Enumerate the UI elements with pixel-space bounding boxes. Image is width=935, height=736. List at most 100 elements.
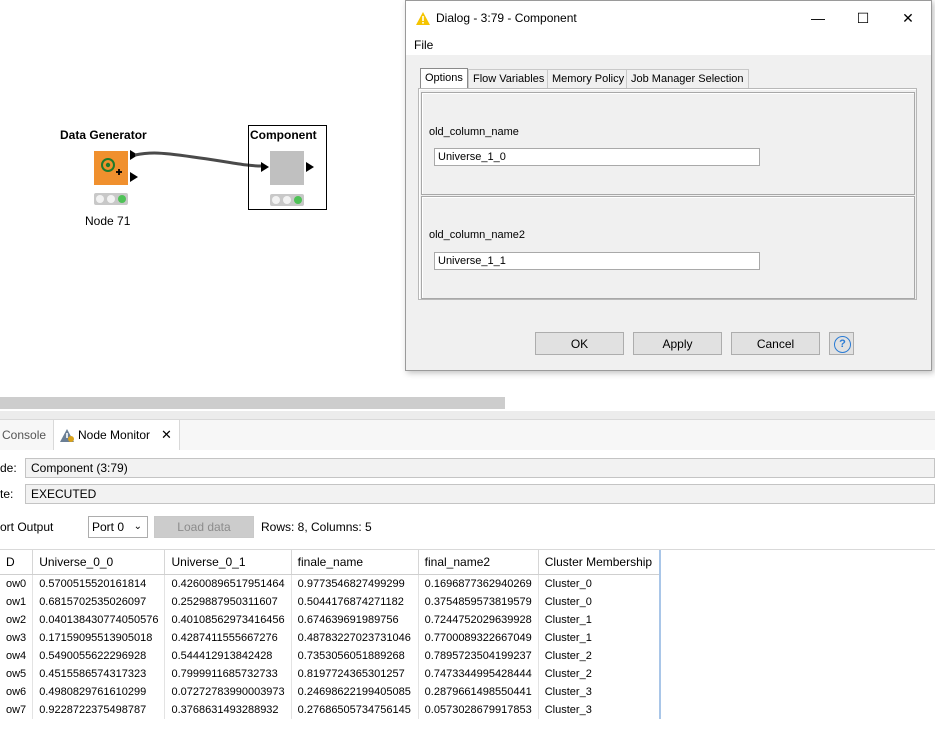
port-select-value: Port 0 [92, 520, 125, 534]
row-id-cell: ow0 [0, 574, 34, 593]
table-cell: 0.40108562973416456 [164, 611, 292, 629]
field-group-2: old_column_name2 [421, 196, 915, 299]
canvas-horizontal-scrollbar[interactable] [0, 397, 505, 409]
component-icon [270, 151, 304, 185]
maximize-icon[interactable]: ☐ [841, 6, 885, 30]
minimize-icon[interactable]: — [796, 6, 840, 30]
table-row[interactable]: ow7 0.9228722375498787 0.3768631493288932 0… [0, 701, 661, 719]
field-group-1: old_column_name [421, 92, 915, 195]
table-cell: 0.8197724365301257 [291, 665, 419, 683]
column-header[interactable]: Universe_0_0 [32, 550, 166, 575]
bottom-tabstrip: Console Node Monitor ✕ [0, 419, 935, 450]
table-cell: Cluster_0 [538, 574, 661, 593]
table-cell: 0.07272783990003973 [164, 683, 292, 701]
state-field: EXECUTED [25, 484, 935, 504]
column-header[interactable]: D [0, 550, 34, 575]
table-cell: 0.24698622199405085 [291, 683, 419, 701]
field-label: old_column_name2 [429, 229, 526, 241]
table-cell: 0.42600896517951464 [164, 574, 292, 593]
apply-button[interactable]: Apply [633, 332, 722, 355]
port-output-label: ort Output [0, 520, 54, 534]
old-column-name2-input[interactable] [434, 252, 760, 270]
table-cell: 0.7895723504199237 [418, 647, 539, 665]
row-id-cell: ow5 [0, 665, 34, 683]
table-row[interactable]: ow3 0.17159095513905018 0.4287411555667276… [0, 629, 661, 647]
table-row[interactable]: ow2 0.040138430774050576 0.401085629734164… [0, 611, 661, 629]
table-cell: 0.674639691989756 [291, 611, 419, 629]
table-cell: 0.48783227023731046 [291, 629, 419, 647]
table-row[interactable]: ow0 0.5700515520161814 0.42600896517951464… [0, 574, 661, 593]
options-panel: old_column_name old_column_name2 [418, 88, 917, 300]
dialog-titlebar[interactable]: Dialog - 3:79 - Component — ☐ ✕ [406, 1, 931, 35]
table-cell: Cluster_2 [538, 647, 661, 665]
node-component[interactable]: Component [248, 125, 327, 210]
table-cell: 0.2879661498550441 [418, 683, 539, 701]
tab-label: Node Monitor [78, 428, 151, 442]
state-row-label: te: [0, 487, 14, 501]
warning-icon [416, 12, 430, 25]
table-row[interactable]: ow4 0.5490055622296928 0.544412913842428 0.… [0, 647, 661, 665]
table-cell: 0.4287411555667276 [164, 629, 292, 647]
close-icon[interactable]: ✕ [161, 427, 172, 443]
rows-columns-summary: Rows: 8, Columns: 5 [261, 520, 372, 534]
table-cell: 0.17159095513905018 [32, 629, 166, 647]
field-label: old_column_name [429, 126, 519, 138]
ok-button[interactable]: OK [535, 332, 624, 355]
table-cell: 0.7700089322667049 [418, 629, 539, 647]
tab-flow-variables[interactable]: Flow Variables [468, 69, 550, 90]
port-select[interactable]: Port 0 ⌄ [88, 516, 148, 538]
tab-memory-policy[interactable]: Memory Policy [547, 69, 630, 90]
chevron-down-icon: ⌄ [133, 521, 142, 532]
row-id-cell: ow2 [0, 611, 34, 629]
table-row[interactable]: ow1 0.6815702535026097 0.2529887950311607 0… [0, 593, 661, 611]
menu-file[interactable]: File [414, 38, 433, 52]
table-cell: 0.27686505734756145 [291, 701, 419, 719]
table-cell: 0.0573028679917853 [418, 701, 539, 719]
output-port[interactable] [306, 162, 314, 172]
table-cell: 0.3754859573819579 [418, 593, 539, 611]
table-cell: 0.7244752029639928 [418, 611, 539, 629]
dialog-title: Dialog - 3:79 - Component [436, 11, 577, 25]
help-icon: ? [834, 336, 851, 353]
cancel-button[interactable]: Cancel [731, 332, 820, 355]
dialog-menubar: File [406, 35, 931, 55]
column-header[interactable]: final_name2 [418, 550, 539, 575]
table-cell: Cluster_3 [538, 701, 661, 719]
table-cell: Cluster_0 [538, 593, 661, 611]
table-cell: 0.6815702535026097 [32, 593, 166, 611]
input-port[interactable] [261, 162, 269, 172]
help-button[interactable]: ? [829, 332, 854, 355]
column-header[interactable]: finale_name [291, 550, 419, 575]
table-cell: 0.7999911685732733 [164, 665, 292, 683]
table-header-row: D Universe_0_0 Universe_0_1 finale_name … [0, 550, 661, 575]
node-status-traffic-light [270, 194, 304, 206]
workflow-canvas[interactable]: Data Generator Node 71 Component [0, 0, 405, 395]
table-cell: 0.5490055622296928 [32, 647, 166, 665]
table-cell: 0.544412913842428 [164, 647, 292, 665]
table-row[interactable]: ow6 0.4980829761610299 0.07272783990003973… [0, 683, 661, 701]
table-cell: 0.1696877362940269 [418, 574, 539, 593]
old-column-name-input[interactable] [434, 148, 760, 166]
tab-options[interactable]: Options [420, 68, 468, 89]
table-cell: 0.9228722375498787 [32, 701, 166, 719]
table-row[interactable]: ow5 0.4515586574317323 0.7999911685732733 0… [0, 665, 661, 683]
table-cell: 0.040138430774050576 [32, 611, 166, 629]
table-cell: 0.4515586574317323 [32, 665, 166, 683]
panel-divider [0, 411, 935, 419]
table-cell: 0.5044176874271182 [291, 593, 419, 611]
output-data-table: D Universe_0_0 Universe_0_1 finale_name … [0, 550, 661, 719]
load-data-button[interactable]: Load data [154, 516, 254, 538]
tab-console[interactable]: Console [2, 428, 46, 442]
column-header[interactable]: Universe_0_1 [164, 550, 292, 575]
table-cell: 0.4980829761610299 [32, 683, 166, 701]
table-cell: Cluster_3 [538, 683, 661, 701]
column-header[interactable]: Cluster Membership [538, 550, 661, 575]
tab-node-monitor[interactable]: Node Monitor ✕ [53, 420, 180, 450]
close-icon[interactable]: ✕ [886, 6, 930, 30]
table-cell: Cluster_1 [538, 629, 661, 647]
row-id-cell: ow7 [0, 701, 34, 719]
node-field: Component (3:79) [25, 458, 935, 478]
tab-job-manager-selection[interactable]: Job Manager Selection [626, 69, 749, 90]
node-monitor-icon [60, 429, 74, 442]
table-cell: 0.9773546827499299 [291, 574, 419, 593]
